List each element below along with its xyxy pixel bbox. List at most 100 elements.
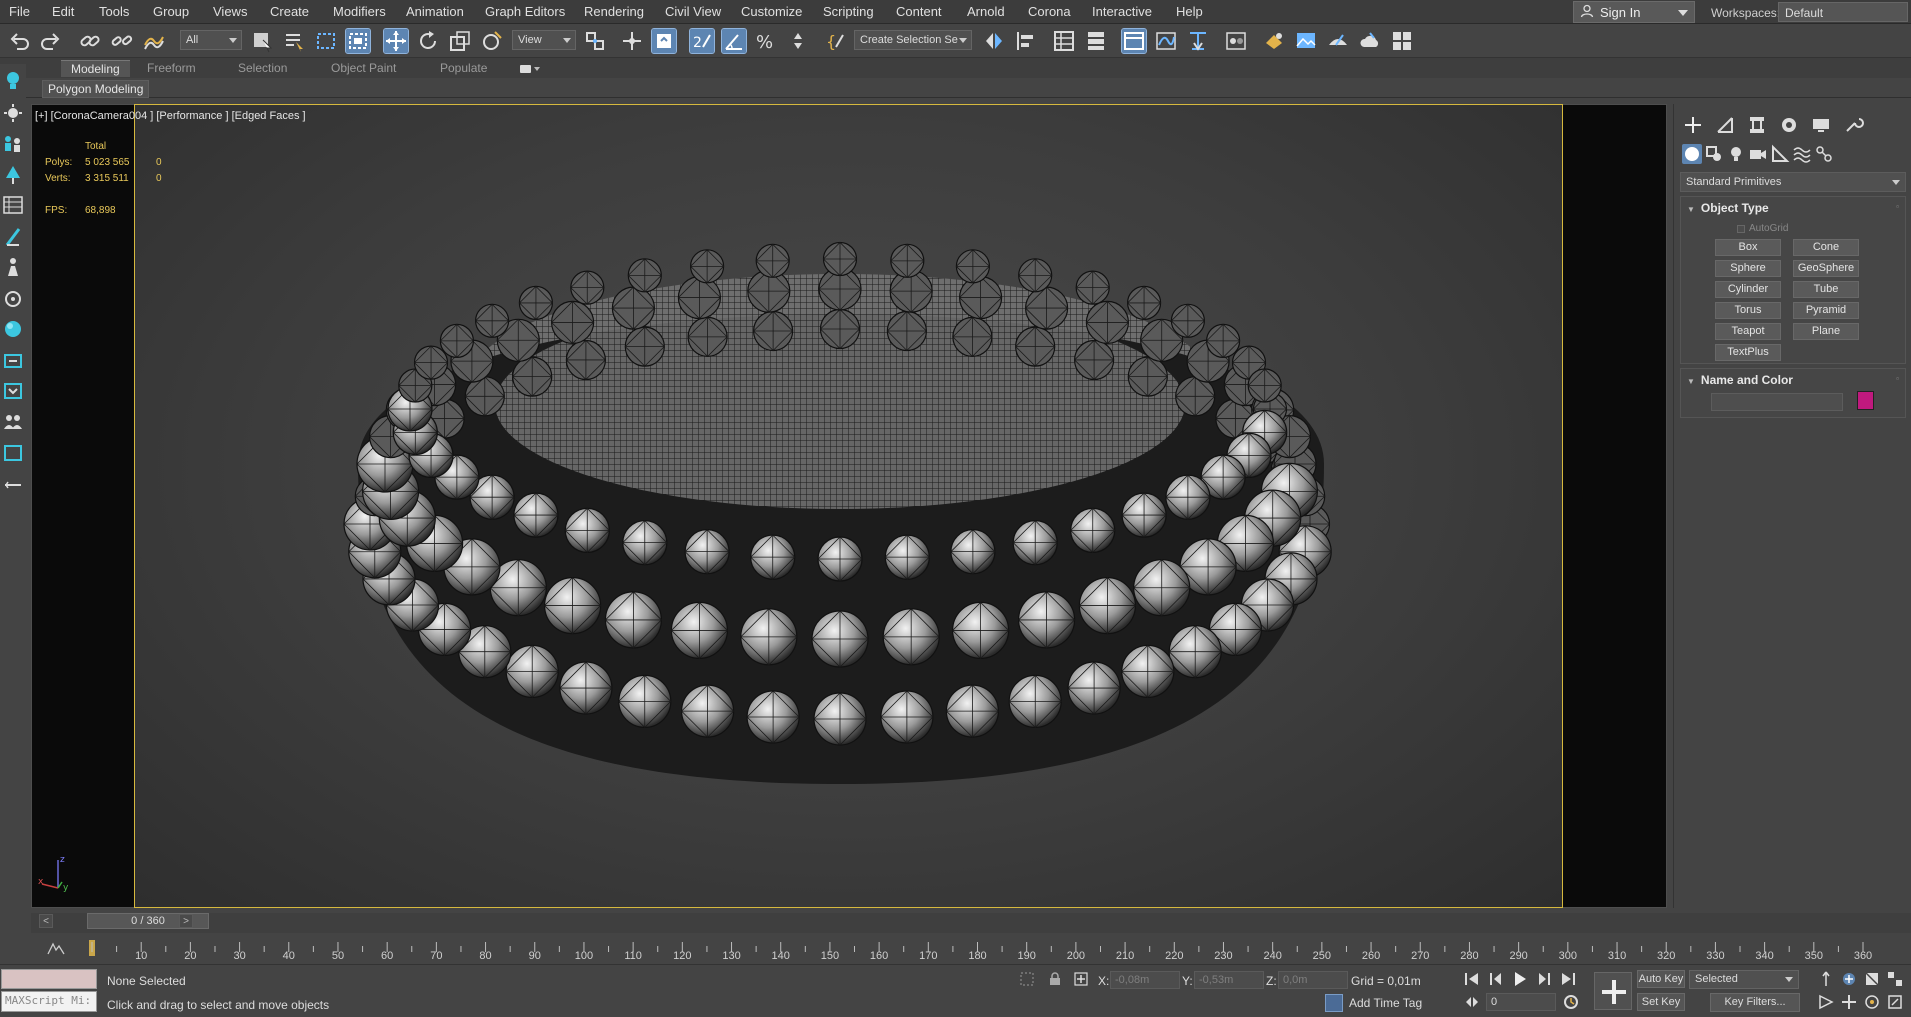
keyboard-shortcut-override-icon[interactable]	[651, 28, 677, 54]
previous-key-icon[interactable]	[1487, 970, 1505, 988]
tab-modeling[interactable]: Modeling	[61, 60, 130, 77]
display-tab-icon[interactable]	[1810, 114, 1832, 136]
material-editor-icon[interactable]	[1224, 29, 1248, 53]
edit-named-selection-icon[interactable]: {	[824, 29, 848, 53]
absolute-offset-mode-icon[interactable]	[1073, 971, 1089, 987]
create-tab-icon[interactable]	[1682, 114, 1704, 136]
transform-gizmo-icon[interactable]	[2, 350, 24, 372]
toggle-ribbon-icon[interactable]	[1121, 28, 1147, 54]
geosphere-button[interactable]: GeoSphere	[1793, 260, 1859, 277]
object-color-swatch[interactable]	[1857, 391, 1874, 410]
box-button[interactable]: Box	[1715, 239, 1781, 256]
field-of-view-icon[interactable]	[1817, 993, 1835, 1011]
layer-explorer-icon[interactable]	[1084, 29, 1108, 53]
plane-button[interactable]: Plane	[1793, 323, 1859, 340]
maxscript-mini-listener[interactable]: MAXScript Mi:	[1, 991, 97, 1012]
curve-editor-icon[interactable]	[1154, 29, 1178, 53]
cameras-icon[interactable]	[1748, 144, 1768, 164]
polygon-modeling-panel[interactable]: Polygon Modeling	[42, 80, 150, 98]
schematic-view-icon[interactable]	[1186, 29, 1210, 53]
menu-corona[interactable]: Corona	[1028, 4, 1071, 19]
percent-snap-icon[interactable]: %	[754, 29, 778, 53]
render-setup-icon[interactable]	[1262, 29, 1286, 53]
key-selection-dropdown[interactable]: Selected	[1689, 970, 1799, 989]
select-object-icon[interactable]	[250, 29, 274, 53]
workspace-dropdown[interactable]: Default	[1778, 2, 1908, 22]
cylinder-button[interactable]: Cylinder	[1715, 281, 1781, 298]
torus-button[interactable]: Torus	[1715, 302, 1781, 319]
sphere-button[interactable]: Sphere	[1715, 260, 1781, 277]
previous-frame-icon[interactable]: <	[39, 914, 53, 928]
z-coordinate-field[interactable]: 0,0m	[1278, 971, 1348, 989]
key-filters-button[interactable]: Key Filters...	[1710, 993, 1800, 1012]
zoom-extents-all-icon[interactable]	[1886, 970, 1904, 988]
menu-create[interactable]: Create	[270, 4, 309, 19]
menu-civil-view[interactable]: Civil View	[665, 4, 721, 19]
isolate-selection-icon[interactable]	[1019, 971, 1035, 987]
menu-file[interactable]: File	[9, 4, 30, 19]
ring-model[interactable]	[134, 104, 1563, 908]
auto-key-button[interactable]: Auto Key	[1637, 970, 1685, 988]
utilities-tab-icon[interactable]	[1842, 114, 1864, 136]
modify-tab-icon[interactable]	[1714, 114, 1736, 136]
name-and-color-title[interactable]: ▼ Name and Color	[1687, 373, 1793, 387]
selection-lock-icon[interactable]	[1047, 971, 1063, 987]
menu-interactive[interactable]: Interactive	[1092, 4, 1152, 19]
menu-modifiers[interactable]: Modifiers	[333, 4, 386, 19]
lights-icon[interactable]	[1726, 144, 1746, 164]
light-bulb-icon[interactable]	[2, 70, 24, 92]
maxscript-listener-output[interactable]	[1, 969, 97, 989]
pin-icon[interactable]: ▫	[1896, 202, 1899, 211]
play-icon[interactable]	[1511, 970, 1529, 988]
select-and-rotate-icon[interactable]	[416, 29, 440, 53]
next-key-icon[interactable]	[1535, 970, 1553, 988]
scene-explorer-icon[interactable]	[1052, 29, 1076, 53]
object-name-field[interactable]	[1711, 393, 1843, 411]
geometry-icon[interactable]	[1682, 144, 1702, 164]
shapes-icon[interactable]	[1704, 144, 1724, 164]
tab-object-paint[interactable]: Object Paint	[321, 60, 406, 77]
tab-selection[interactable]: Selection	[228, 60, 297, 77]
zoom-extents-icon[interactable]	[1863, 970, 1881, 988]
select-and-scale-icon[interactable]	[448, 29, 472, 53]
character-icon[interactable]	[2, 256, 24, 278]
pivot-center-icon[interactable]	[584, 29, 608, 53]
go-to-end-icon[interactable]	[1559, 970, 1577, 988]
menu-customize[interactable]: Customize	[741, 4, 802, 19]
ruler-icon[interactable]	[2, 472, 24, 494]
rendered-frame-window-icon[interactable]	[1294, 29, 1318, 53]
add-time-tag-button[interactable]: Add Time Tag	[1325, 994, 1422, 1012]
space-warps-icon[interactable]	[1792, 144, 1812, 164]
tab-freeform[interactable]: Freeform	[137, 60, 206, 77]
object-type-title[interactable]: ▼ Object Type	[1687, 201, 1769, 215]
helpers-icon[interactable]	[1770, 144, 1790, 164]
redo-icon[interactable]	[38, 29, 62, 53]
bind-spacewarp-icon[interactable]	[142, 29, 166, 53]
primitive-category-dropdown[interactable]: Standard Primitives	[1680, 172, 1906, 192]
link-icon[interactable]	[78, 29, 102, 53]
menu-arnold[interactable]: Arnold	[967, 4, 1005, 19]
unlink-icon[interactable]	[110, 29, 134, 53]
select-and-move-icon[interactable]	[383, 28, 409, 54]
pyramid-button[interactable]: Pyramid	[1793, 302, 1859, 319]
manipulate-icon[interactable]	[620, 29, 644, 53]
sun-icon[interactable]	[2, 102, 24, 124]
hierarchy-tab-icon[interactable]	[1746, 114, 1768, 136]
menu-graph-editors[interactable]: Graph Editors	[485, 4, 565, 19]
menu-group[interactable]: Group	[153, 4, 189, 19]
render-in-cloud-icon[interactable]	[1358, 29, 1382, 53]
snaps-toggle-icon[interactable]: 2	[689, 28, 715, 54]
select-by-name-icon[interactable]	[282, 29, 306, 53]
rectangle-selection-icon[interactable]	[314, 29, 338, 53]
motion-tab-icon[interactable]	[1778, 114, 1800, 136]
next-frame-icon[interactable]: >	[179, 914, 193, 928]
set-key-mode-button[interactable]: Set Key	[1637, 993, 1685, 1011]
textplus-button[interactable]: TextPlus	[1715, 344, 1781, 361]
populate-crowd-icon[interactable]	[2, 132, 24, 154]
menu-rendering[interactable]: Rendering	[584, 4, 644, 19]
viewport-layout-icon[interactable]	[2, 442, 24, 464]
undo-icon[interactable]	[8, 29, 32, 53]
menu-content[interactable]: Content	[896, 4, 942, 19]
autogrid-checkbox[interactable]: AutoGrid	[1737, 223, 1788, 234]
reference-coordinate-dropdown[interactable]: View	[512, 30, 576, 50]
